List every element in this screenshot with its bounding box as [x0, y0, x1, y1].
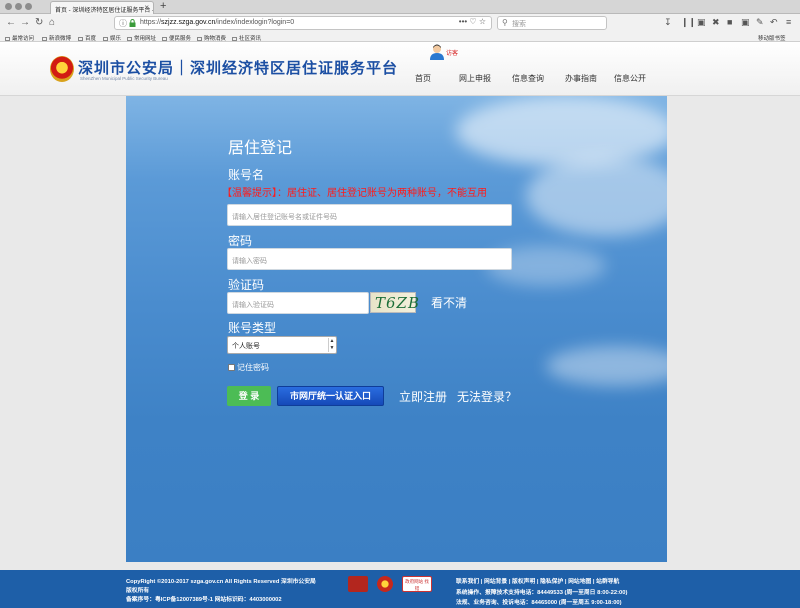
bookmark-item[interactable]: 购物消费 — [197, 34, 226, 42]
undo-icon[interactable]: ↶ — [770, 17, 778, 28]
browser-toolbar: ← → ↻ ⌂ ⓘ https://szjzz.szga.gov.cn/inde… — [0, 14, 800, 32]
remember-password-checkbox[interactable] — [228, 364, 235, 371]
cloud-decoration — [526, 156, 667, 236]
cannot-login-link[interactable]: 无法登录？ — [457, 388, 517, 405]
nav-home[interactable]: 首页 — [415, 73, 431, 84]
site-logo-title[interactable]: 深圳市公安局｜深圳经济特区居住证服务平台 — [78, 57, 398, 78]
cloud-decoration — [456, 96, 667, 166]
captcha-label: 验证码 — [228, 278, 265, 292]
gov-site-badge[interactable]: 政府网站 找错 — [402, 576, 432, 592]
footer-consult-phone: 法规、业务咨询、投诉电话：84465000 (周一至周五 9:00-18:00) — [456, 600, 622, 606]
forward-icon[interactable]: → — [20, 16, 30, 29]
new-tab-icon[interactable]: + — [160, 0, 166, 12]
folder-icon — [5, 37, 10, 41]
extension-icon[interactable]: ✖ — [712, 17, 720, 28]
account-placeholder: 请输入居住登记账号名或证件号码 — [232, 214, 337, 221]
bookmark-item[interactable]: 百度 — [78, 34, 96, 42]
login-panel: 居住登记 账号名 【温馨提示】：居住证、居住登记账号为两种账号，不能互用 请输入… — [126, 96, 667, 562]
page-actions-icon[interactable]: ••• ♡ ☆ — [459, 17, 486, 26]
window-zoom-dot[interactable] — [25, 3, 32, 10]
lock-icon — [129, 19, 136, 27]
folder-icon — [162, 37, 167, 41]
remember-password-label[interactable]: 记住密码 — [237, 362, 269, 373]
address-bar[interactable]: ⓘ https://szjzz.szga.gov.cn/index/indexl… — [114, 16, 492, 30]
notification-icon[interactable]: ■ — [727, 17, 732, 27]
unified-auth-button[interactable]: 市网厅统一认证入口 — [277, 386, 384, 406]
footer-rights: 版权所有 — [126, 588, 150, 594]
folder-icon — [42, 37, 47, 41]
back-icon[interactable]: ← — [6, 16, 16, 29]
info-icon[interactable]: ⓘ — [119, 18, 127, 29]
browser-tab-bar: 首页 - 深圳经济特区居住证服务平台 - × + — [0, 0, 800, 14]
site-logo-subtitle: ShenZhen Municipal Public Security Burea… — [80, 76, 168, 81]
tab-close-icon[interactable]: × — [144, 3, 149, 12]
nav-online-apply[interactable]: 网上申报 — [459, 73, 491, 84]
police-badge-icon[interactable] — [377, 576, 393, 592]
nav-service-guide[interactable]: 办事指南 — [565, 73, 597, 84]
bookmark-item[interactable]: 常用网址 — [127, 34, 156, 42]
account-input[interactable]: 请输入居住登记账号名或证件号码 — [227, 204, 512, 226]
password-input[interactable]: 请输入密码 — [227, 248, 512, 270]
nav-info-disclosure[interactable]: 信息公开 — [614, 73, 646, 84]
captcha-input[interactable]: 请输入验证码 — [227, 292, 369, 314]
captcha-placeholder: 请输入验证码 — [232, 302, 274, 309]
reader-icon[interactable]: ▣ — [741, 17, 750, 28]
screenshot-icon[interactable]: ✎ — [756, 17, 764, 28]
account-type-label: 账号类型 — [228, 321, 277, 335]
folder-icon — [103, 37, 108, 41]
bookmark-item[interactable]: 最常访问 — [5, 34, 34, 42]
captcha-refresh-link[interactable]: 看不清 — [431, 294, 467, 311]
account-type-select[interactable]: 个人账号 ▲ ▼ — [227, 336, 337, 354]
gov-site-badge-text: 政府网站 找错 — [405, 579, 429, 591]
party-badge-icon[interactable] — [348, 576, 368, 592]
account-label: 账号名 — [228, 168, 265, 182]
url-text: https://szjzz.szga.gov.cn/index/indexlog… — [140, 19, 295, 26]
home-icon[interactable]: ⌂ — [49, 16, 55, 29]
window-minimize-dot[interactable] — [15, 3, 22, 10]
login-button[interactable]: 登 录 — [227, 386, 271, 406]
police-emblem-icon — [50, 56, 74, 82]
browser-tab[interactable]: 首页 - 深圳经济特区居住证服务平台 - × — [50, 1, 154, 14]
folder-icon — [197, 37, 202, 41]
captcha-image[interactable]: T6ZB — [370, 292, 419, 313]
password-label: 密码 — [228, 234, 253, 248]
account-type-value: 个人账号 — [232, 343, 260, 350]
synced-tabs-icon[interactable]: ▣ — [697, 17, 706, 28]
site-footer: CopyRight ©2010-2017 szga.gov.cn All Rig… — [0, 570, 800, 608]
footer-icp[interactable]: 备案序号：粤ICP备12007389号-1 网站标识码：4403000002 — [126, 594, 282, 603]
bookmark-item[interactable]: 新浪微博 — [42, 34, 71, 42]
bookmark-item[interactable]: 社区资讯 — [232, 34, 261, 42]
password-placeholder: 请输入密码 — [232, 258, 267, 265]
search-icon: ⚲ — [502, 18, 508, 27]
register-link[interactable]: 立即注册 — [399, 388, 447, 405]
bookmark-item[interactable]: 便民服务 — [162, 34, 191, 42]
library-icon[interactable]: ❙❙ — [681, 17, 696, 28]
user-avatar-icon[interactable] — [430, 44, 444, 60]
downloads-icon[interactable]: ↧ — [664, 17, 672, 28]
warning-notice: 【温馨提示】：居住证、居住登记账号为两种账号，不能互用 — [222, 188, 487, 199]
search-placeholder: 搜索 — [512, 21, 526, 28]
footer-links[interactable]: 联系我们 | 网站背景 | 版权声明 | 隐私保护 | 网站地图 | 站群导航 — [456, 576, 619, 585]
folder-icon — [127, 37, 132, 41]
footer-support-phone: 系统操作、报障技术支持电话：84449533 (周一至周日 8:00-22:00… — [456, 590, 628, 596]
bookmarks-bar: 最常访问 新浪微博 百度 娱乐 常用网址 便民服务 购物消费 社区资讯 移动版书… — [0, 32, 800, 42]
user-login-link[interactable]: 访客 — [446, 48, 458, 57]
captcha-text: T6ZB — [375, 294, 420, 312]
mobile-bookmarks[interactable]: 移动版书签 — [758, 34, 786, 42]
menu-icon[interactable]: ≡ — [786, 17, 791, 27]
bookmark-item[interactable]: 娱乐 — [103, 34, 121, 42]
folder-icon — [232, 37, 237, 41]
site-header: 深圳市公安局｜深圳经济特区居住证服务平台 ShenZhen Municipal … — [0, 42, 800, 96]
nav-info-query[interactable]: 信息查询 — [512, 73, 544, 84]
footer-copyright: CopyRight ©2010-2017 szga.gov.cn All Rig… — [126, 579, 316, 585]
browser-search-input[interactable]: ⚲ 搜索 — [497, 16, 607, 30]
select-arrows-icon: ▲ ▼ — [328, 338, 335, 352]
window-close-dot[interactable] — [5, 3, 12, 10]
cloud-decoration — [546, 346, 667, 386]
folder-icon — [78, 37, 83, 41]
form-title: 居住登记 — [228, 140, 293, 157]
reload-icon[interactable]: ↻ — [35, 16, 43, 29]
